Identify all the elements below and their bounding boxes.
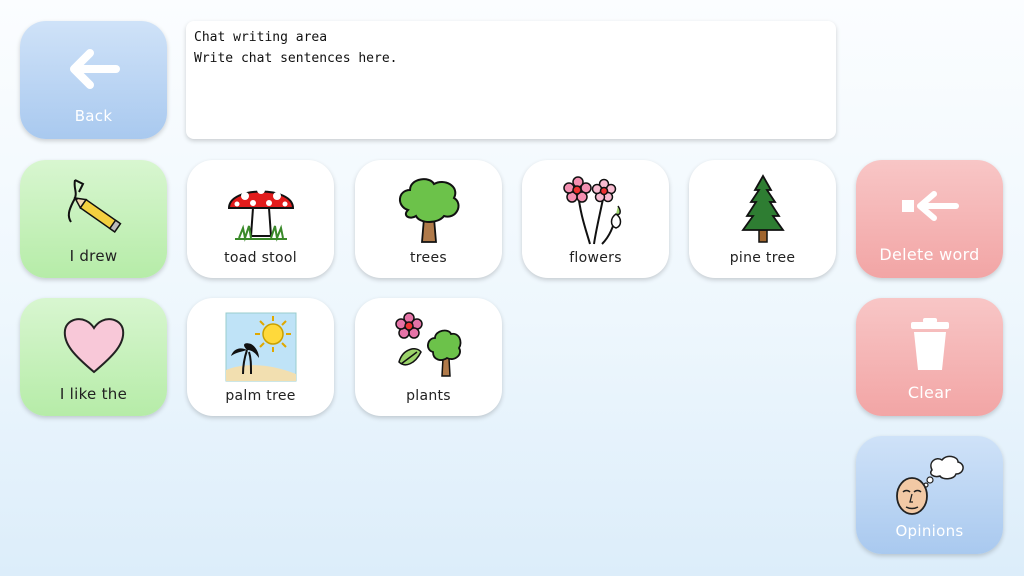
phrase-label: I like the [59,385,128,403]
phrase-i-drew-button[interactable]: I drew [20,160,167,278]
word-toad-stool-button[interactable]: toad stool [187,160,334,278]
word-label: pine tree [729,250,796,266]
plants-icon [355,312,502,382]
back-label: Back [74,107,113,125]
chat-line-1: Chat writing area [194,30,328,45]
opinions-label: Opinions [895,522,964,540]
word-label: trees [410,250,447,266]
word-label: flowers [569,250,622,266]
tree-icon [355,174,502,244]
word-label: palm tree [225,388,296,404]
palm-tree-icon [187,312,334,382]
word-label: plants [406,388,451,404]
flowers-icon [522,174,669,246]
pine-tree-icon [689,174,836,244]
delete-word-button[interactable]: Delete word [856,160,1003,278]
chat-line-2: Write chat sentences here. [194,51,398,66]
delete-word-label: Delete word [879,245,980,264]
heart-icon [20,312,167,376]
pencil-drawing-icon [20,176,167,240]
arrow-left-icon [20,47,167,91]
word-trees-button[interactable]: trees [355,160,502,278]
mushroom-icon [187,174,334,244]
trash-icon [856,318,1003,370]
word-pine-tree-button[interactable]: pine tree [689,160,836,278]
delete-arrow-icon [856,190,1003,222]
phrase-i-like-the-button[interactable]: I like the [20,298,167,416]
thinking-face-icon [856,452,1003,516]
word-palm-tree-button[interactable]: palm tree [187,298,334,416]
back-button[interactable]: Back [20,21,167,139]
word-flowers-button[interactable]: flowers [522,160,669,278]
word-plants-button[interactable]: plants [355,298,502,416]
opinions-button[interactable]: Opinions [856,436,1003,554]
clear-label: Clear [907,383,952,402]
word-label: toad stool [224,250,297,266]
phrase-label: I drew [69,247,118,265]
clear-button[interactable]: Clear [856,298,1003,416]
chat-writing-area[interactable]: Chat writing area Write chat sentences h… [186,21,836,139]
